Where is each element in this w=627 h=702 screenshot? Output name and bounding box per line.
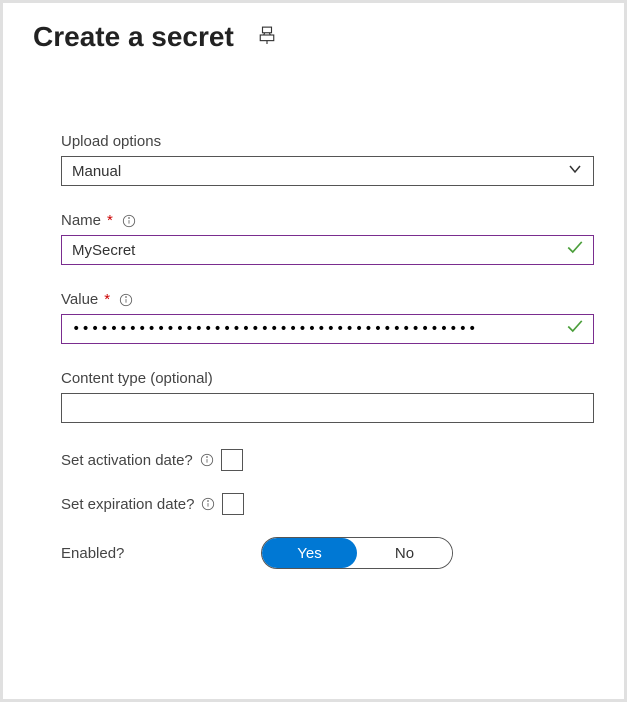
value-field: Value * ••••••••••••••••••••••••••••••••… — [61, 291, 594, 344]
expiration-checkbox[interactable] — [222, 493, 244, 515]
name-input[interactable] — [61, 235, 594, 265]
activation-checkbox[interactable] — [221, 449, 243, 471]
expiration-label: Set expiration date? — [61, 496, 194, 513]
required-mark: * — [107, 212, 113, 229]
info-icon[interactable] — [200, 496, 216, 512]
enabled-toggle[interactable]: Yes No — [261, 537, 453, 569]
form-area: Upload options Manual Name * — [33, 133, 594, 569]
toggle-no[interactable]: No — [357, 538, 452, 568]
upload-options-value: Manual — [72, 163, 121, 180]
upload-options-field: Upload options Manual — [61, 133, 594, 186]
page-title: Create a secret — [33, 21, 234, 53]
activation-row: Set activation date? — [61, 449, 594, 471]
name-field: Name * — [61, 212, 594, 265]
pin-icon[interactable] — [258, 26, 276, 49]
check-icon — [566, 239, 584, 262]
toggle-yes[interactable]: Yes — [262, 538, 357, 568]
required-mark: * — [104, 291, 110, 308]
panel-header: Create a secret — [33, 21, 594, 53]
name-label-row: Name * — [61, 212, 594, 229]
content-type-field: Content type (optional) — [61, 370, 594, 423]
name-input-wrap — [61, 235, 594, 265]
activation-label: Set activation date? — [61, 452, 193, 469]
name-label: Name — [61, 212, 101, 229]
content-type-label: Content type (optional) — [61, 370, 594, 387]
check-icon — [566, 318, 584, 341]
info-icon[interactable] — [199, 452, 215, 468]
value-input[interactable]: ••••••••••••••••••••••••••••••••••••••••… — [61, 314, 594, 344]
value-label: Value — [61, 291, 98, 308]
upload-options-label: Upload options — [61, 133, 594, 150]
chevron-down-icon — [567, 161, 583, 181]
info-icon[interactable] — [118, 292, 134, 308]
value-masked: ••••••••••••••••••••••••••••••••••••••••… — [72, 321, 477, 337]
enabled-row: Enabled? Yes No — [61, 537, 594, 569]
enabled-label: Enabled? — [61, 545, 261, 562]
create-secret-panel: Create a secret Upload options Manual — [3, 3, 624, 699]
value-label-row: Value * — [61, 291, 594, 308]
value-input-wrap: ••••••••••••••••••••••••••••••••••••••••… — [61, 314, 594, 344]
content-type-input[interactable] — [61, 393, 594, 423]
info-icon[interactable] — [121, 213, 137, 229]
upload-options-select[interactable]: Manual — [61, 156, 594, 186]
expiration-row: Set expiration date? — [61, 493, 594, 515]
